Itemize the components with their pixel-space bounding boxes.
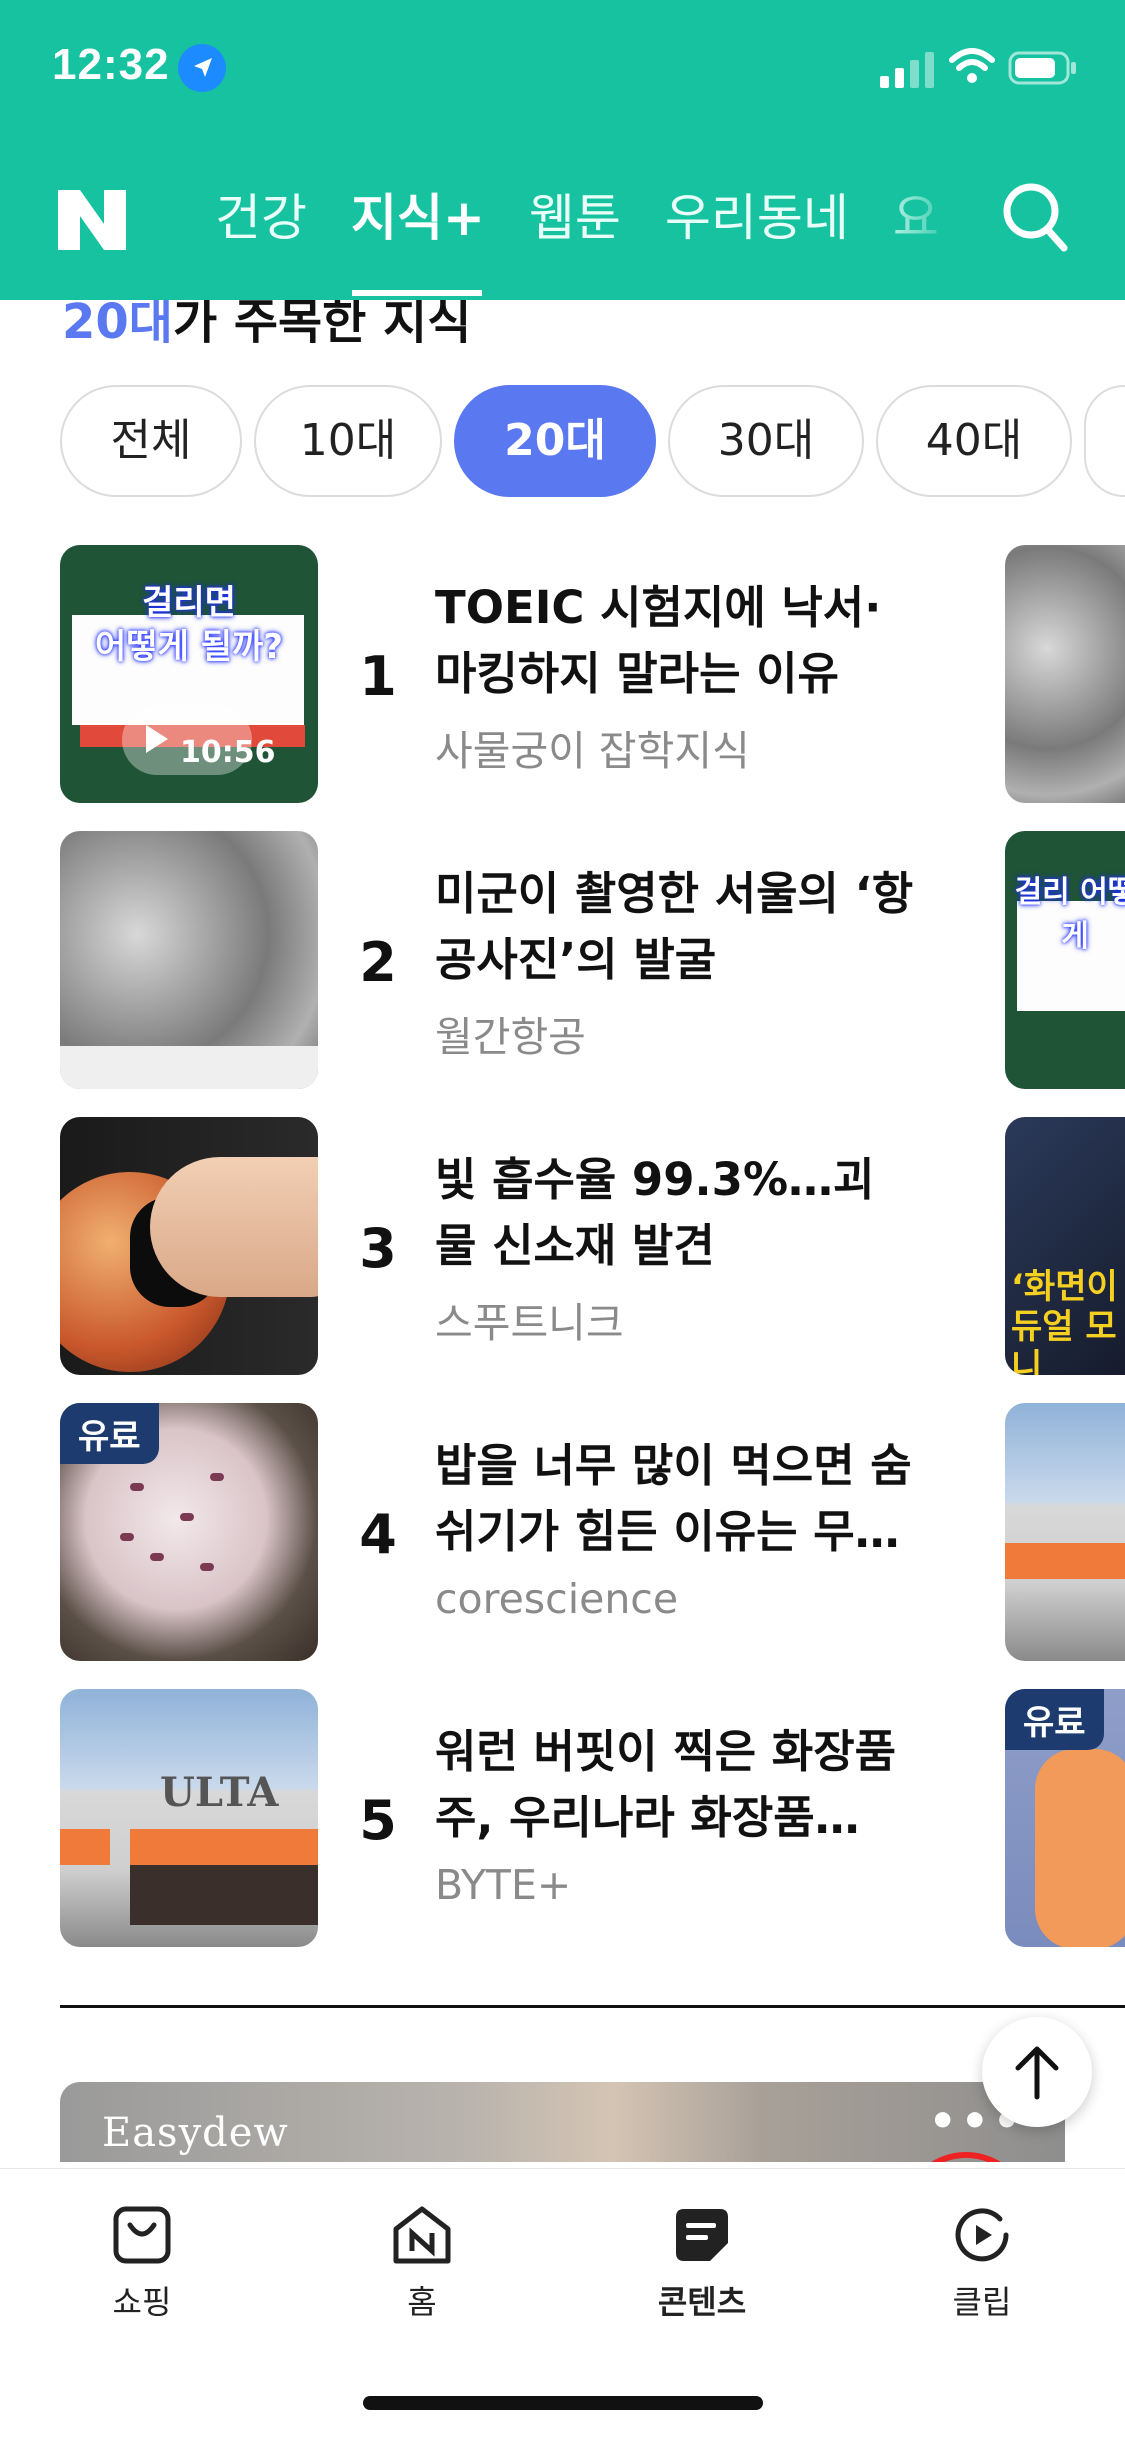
- age-filter-bar: 전체 10대 20대 30대 40대: [60, 385, 1125, 500]
- tab-home[interactable]: 홈: [342, 2203, 502, 2323]
- item-title[interactable]: 워런 버핏이 찍은 화장품주, 우리나라 화장품 업…: [435, 1719, 915, 1851]
- thumb-caption: 어떻게 될까?: [95, 627, 283, 667]
- awning: [130, 1829, 318, 1865]
- list-item[interactable]: 걸리면 어떻게 될까? 10:56 1 TOEIC 시험지에 낙서·마킹하지 말…: [0, 545, 1125, 803]
- store-sign: ULTA: [160, 1769, 279, 1816]
- nav-tab-webtoon[interactable]: 웹툰: [529, 182, 621, 254]
- battery-icon: [1008, 51, 1076, 85]
- tab-label: 쇼핑: [112, 2283, 172, 2321]
- peek-thumbnail[interactable]: 유료: [1005, 1689, 1125, 1947]
- tab-content[interactable]: 콘텐츠: [622, 2203, 782, 2323]
- item-source: 스푸트니크: [435, 1299, 624, 1347]
- filter-all[interactable]: 전체: [60, 385, 242, 497]
- nav-tab-health[interactable]: 건강: [215, 182, 307, 254]
- item-title[interactable]: 미군이 촬영한 서울의 ‘항공사진’의 발굴: [435, 861, 915, 993]
- section-divider: [60, 2005, 1125, 2008]
- item-title[interactable]: 밥을 너무 많이 먹으면 숨쉬기가 힘든 이유는 무엇…: [435, 1433, 915, 1565]
- filter-10s[interactable]: 10대: [254, 385, 442, 497]
- thumb-caption: 걸리면: [142, 583, 236, 623]
- filter-more[interactable]: [1084, 385, 1125, 497]
- wifi-icon: [949, 48, 995, 83]
- list-item[interactable]: 3 빛 흡수율 99.3%…괴물 신소재 발견 스푸트니크 ‘화면이 듀얼 모니: [0, 1117, 1125, 1375]
- video-duration: 10:56: [180, 735, 276, 770]
- thumb-caption: 걸리 어떻게: [1014, 875, 1125, 954]
- thumbnail-image[interactable]: [60, 831, 318, 1089]
- storefront: [130, 1865, 318, 1925]
- status-time: 12:32: [52, 40, 170, 89]
- tab-label: 홈: [407, 2283, 437, 2321]
- item-title[interactable]: TOEIC 시험지에 낙서·마킹하지 말라는 이유: [435, 575, 915, 707]
- rank-number: 5: [359, 1789, 397, 1852]
- list-item[interactable]: ULTA 5 워런 버핏이 찍은 화장품주, 우리나라 화장품 업… BYTE+…: [0, 1689, 1125, 1947]
- rank-number: 4: [359, 1503, 397, 1566]
- item-source: corescience: [435, 1575, 679, 1623]
- paid-badge: 유료: [1005, 1689, 1104, 1750]
- awning: [1005, 1543, 1125, 1579]
- rank-number: 1: [359, 645, 397, 708]
- section-heading-accent: 20대: [62, 294, 173, 350]
- item-title[interactable]: 빛 흡수율 99.3%…괴물 신소재 발견: [435, 1147, 915, 1279]
- peek-thumbnail[interactable]: [1005, 1403, 1125, 1661]
- tab-label: 콘텐츠: [657, 2283, 747, 2321]
- active-tab-indicator: [352, 290, 482, 296]
- item-source: 월간항공: [435, 1013, 586, 1061]
- peek-thumbnail[interactable]: ‘화면이 듀얼 모니: [1005, 1117, 1125, 1375]
- clip-icon: [955, 2208, 1009, 2262]
- ad-decoration: [900, 2152, 1032, 2162]
- filter-40s[interactable]: 40대: [876, 385, 1072, 497]
- nav-tab-strip: 건강지식+웹툰우리동네요: [215, 182, 955, 262]
- tab-label: 클립: [952, 2283, 1012, 2321]
- peek-thumbnail[interactable]: 걸리 어떻게: [1005, 831, 1125, 1089]
- peek-thumbnail[interactable]: [1005, 545, 1125, 803]
- location-arrow-icon: [178, 44, 226, 92]
- paid-badge: 유료: [60, 1403, 159, 1464]
- rank-number: 2: [359, 931, 397, 994]
- rank-number: 3: [359, 1217, 397, 1280]
- top-navigation: 12:32 건강지식+웹툰우리동네요: [0, 0, 1125, 300]
- item-source: 사물궁이 잡학지식: [435, 727, 750, 775]
- hand-shape: [150, 1157, 318, 1297]
- list-item[interactable]: 유료 4 밥을 너무 많이 먹으면 숨쉬기가 힘든 이유는 무엇… coresc…: [0, 1403, 1125, 1661]
- ad-banner[interactable]: Easydew •••: [60, 2082, 1065, 2162]
- shopping-bag-icon: [113, 2206, 171, 2264]
- tab-shopping[interactable]: 쇼핑: [62, 2203, 222, 2323]
- item-source: BYTE+: [435, 1861, 572, 1909]
- nav-tab-neighborhood[interactable]: 우리동네: [665, 182, 849, 254]
- filter-20s[interactable]: 20대: [454, 385, 656, 497]
- arrow-up-icon: [1015, 2046, 1059, 2100]
- search-icon[interactable]: [1000, 180, 1070, 254]
- awning: [60, 1829, 110, 1865]
- photo-edge: [60, 1046, 318, 1089]
- list-item[interactable]: 2 미군이 촬영한 서울의 ‘항공사진’의 발굴 월간항공 걸리 어떻게: [0, 831, 1125, 1089]
- thumbnail-image[interactable]: [60, 1117, 318, 1375]
- peek-caption: ‘화면이 듀얼 모니: [1011, 1267, 1118, 1375]
- thumbnail-video[interactable]: 걸리면 어떻게 될까? 10:56: [60, 545, 318, 803]
- home-indicator: [363, 2396, 763, 2410]
- nav-tab-knowledge-plus[interactable]: 지식+: [351, 182, 485, 254]
- content-icon: [676, 2209, 728, 2261]
- thumbnail-image[interactable]: ULTA: [60, 1689, 318, 1947]
- nav-fade: [870, 180, 960, 270]
- cellular-signal-icon: [880, 52, 934, 88]
- illustration: [1035, 1749, 1125, 1947]
- scroll-to-top-button[interactable]: [982, 2017, 1092, 2127]
- section-heading-rest: 가 주목한 지식: [172, 294, 472, 350]
- naver-logo-icon[interactable]: [58, 190, 126, 250]
- thumbnail-image[interactable]: 유료: [60, 1403, 318, 1661]
- home-icon: [393, 2206, 451, 2264]
- filter-30s[interactable]: 30대: [668, 385, 864, 497]
- tab-clip[interactable]: 클립: [902, 2203, 1062, 2323]
- ad-brand: Easydew: [102, 2110, 289, 2156]
